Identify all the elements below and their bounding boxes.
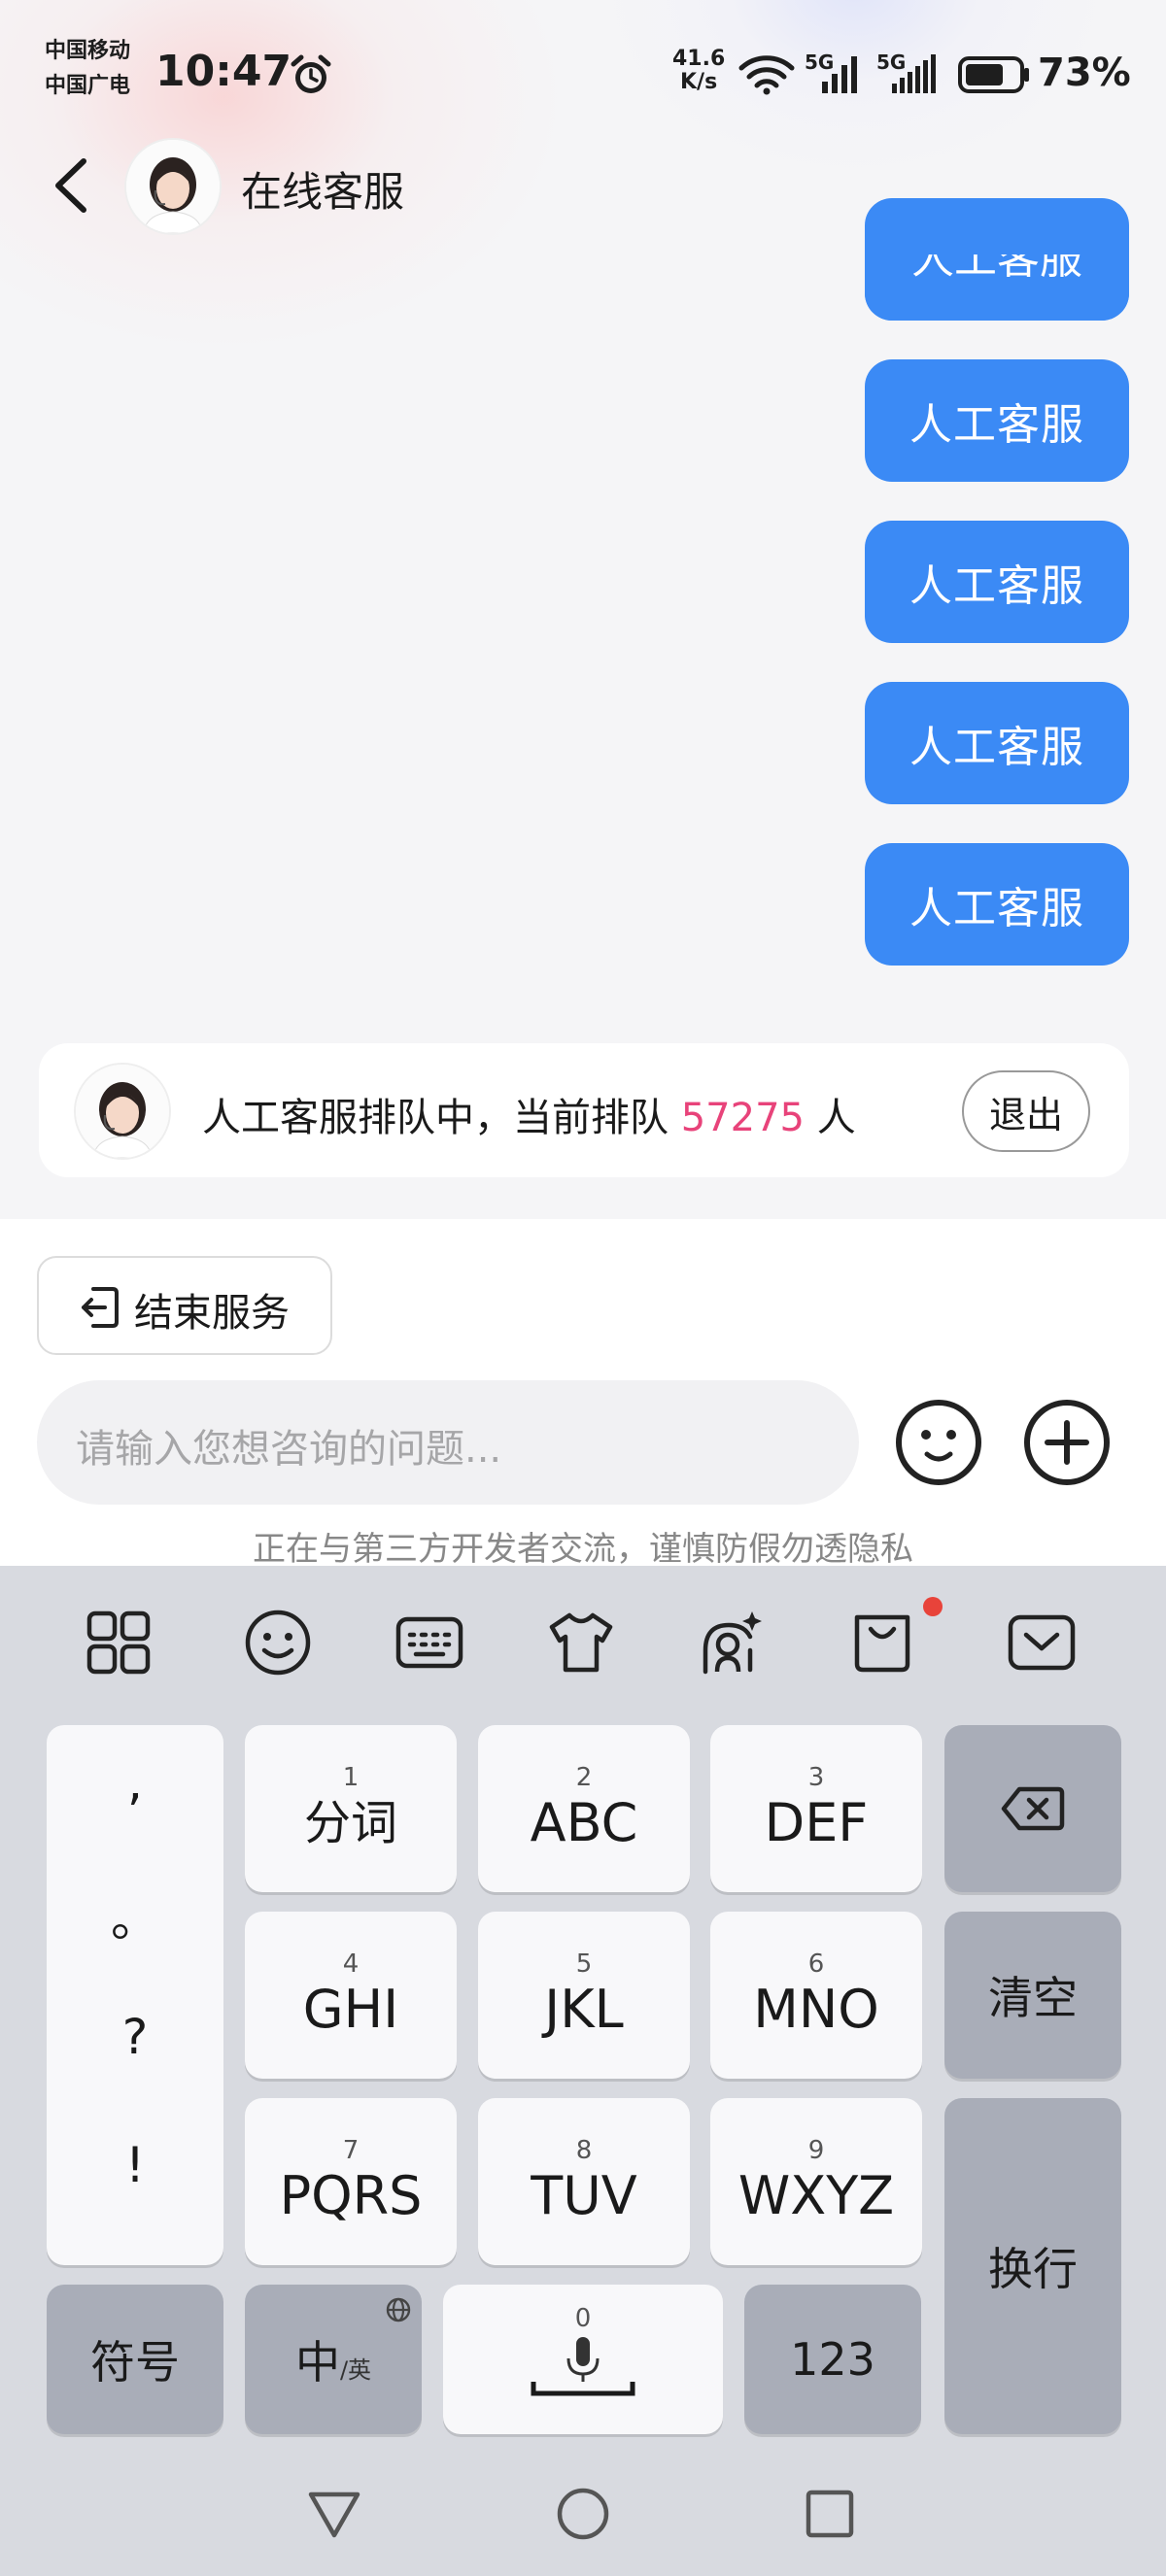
space-key[interactable]: 0	[443, 2285, 723, 2434]
key-2[interactable]: 2 ABC	[478, 1725, 690, 1892]
lang-sub-label: /英	[339, 2356, 372, 2384]
key-1-num: 1	[342, 1763, 360, 1792]
exit-queue-button[interactable]: 退出	[962, 1070, 1090, 1152]
clear-key-label: 清空	[988, 1972, 1078, 2024]
page-title: 在线客服	[241, 168, 405, 216]
key-9-num: 9	[807, 2136, 825, 2165]
queue-status-text: 人工客服排队中，当前排队 57275 人	[202, 1086, 856, 1142]
end-service-button[interactable]: 结束服务	[37, 1256, 332, 1355]
key-5-label: JKL	[544, 1979, 624, 2040]
punct-period[interactable]: 。	[111, 1881, 159, 1950]
back-arrow-icon[interactable]	[49, 155, 93, 216]
key-8[interactable]: 8 TUV	[478, 2098, 690, 2265]
shirt-icon[interactable]	[546, 1608, 616, 1678]
queue-avatar	[74, 1063, 171, 1160]
key-1-label: 分词	[303, 1796, 397, 1850]
plus-button-icon[interactable]	[1022, 1398, 1112, 1487]
key-5[interactable]: 5 JKL	[478, 1912, 690, 2079]
punct-comma[interactable]: ,	[127, 1754, 143, 1811]
signal-2-icon	[892, 54, 936, 93]
punct-exclamation[interactable]: !	[125, 2137, 145, 2193]
wifi-icon	[738, 55, 795, 95]
space-key-num: 0	[574, 2304, 592, 2333]
key-8-num: 8	[575, 2136, 593, 2165]
collapse-keyboard-icon[interactable]	[1007, 1608, 1077, 1678]
ai-avatar-icon[interactable]	[696, 1608, 766, 1678]
queue-count: 57275	[680, 1096, 805, 1140]
number-mode-label: 123	[790, 2333, 875, 2386]
microphone-icon	[531, 2337, 635, 2396]
nav-back-icon[interactable]	[305, 2487, 363, 2541]
input-panel: 结束服务 请输入您想咨询的问题... 正在与第三方开发者交流，谨慎防假勿透隐私	[0, 1219, 1166, 1569]
key-3-num: 3	[807, 1763, 825, 1792]
number-mode-key[interactable]: 123	[744, 2285, 921, 2434]
chat-bubble-partial: 人工客服	[865, 254, 1129, 321]
carrier-2: 中国广电	[45, 74, 131, 98]
enter-key[interactable]: 换行	[944, 2098, 1121, 2434]
key-6-num: 6	[807, 1949, 825, 1979]
signal-1-icon	[822, 56, 857, 93]
key-7-label: PQRS	[279, 2165, 423, 2226]
alarm-icon	[291, 54, 331, 93]
key-2-num: 2	[575, 1763, 593, 1792]
chat-bubble: 人工客服	[865, 843, 1129, 966]
queue-card: 人工客服排队中，当前排队 57275 人 退出	[39, 1043, 1129, 1177]
clear-key[interactable]: 清空	[944, 1912, 1121, 2079]
emoji-icon[interactable]	[243, 1608, 313, 1678]
grid-icon[interactable]	[84, 1608, 154, 1678]
end-service-label: 结束服务	[134, 1291, 290, 1336]
chat-bubble: 人工客服	[865, 682, 1129, 804]
chat-bubble: 人工客服	[865, 359, 1129, 482]
key-2-label: ABC	[530, 1792, 638, 1853]
globe-icon	[386, 2297, 411, 2322]
keyboard-icon[interactable]	[394, 1608, 464, 1678]
key-4-num: 4	[342, 1949, 360, 1979]
nav-home-icon[interactable]	[554, 2485, 612, 2543]
lang-main-label: 中	[294, 2336, 340, 2389]
key-5-num: 5	[575, 1949, 593, 1979]
key-4[interactable]: 4 GHI	[245, 1912, 457, 2079]
key-6[interactable]: 6 MNO	[710, 1912, 922, 2079]
queue-text-suffix: 人	[816, 1096, 856, 1140]
battery-icon	[958, 56, 1029, 93]
key-9[interactable]: 9 WXYZ	[710, 2098, 922, 2265]
key-4-label: GHI	[302, 1979, 399, 2040]
chat-bubble-partial-text: 人工客服	[911, 254, 1082, 284]
symbol-key[interactable]: 符号	[47, 2285, 223, 2434]
backspace-icon	[1001, 1786, 1065, 1831]
message-input-placeholder: 请输入您想咨询的问题...	[76, 1427, 502, 1472]
key-8-label: TUV	[531, 2165, 637, 2226]
key-3-label: DEF	[764, 1792, 869, 1853]
chat-bubble: 人工客服	[865, 521, 1129, 643]
queue-text-prefix: 人工客服排队中，当前排队	[202, 1096, 669, 1140]
key-9-label: WXYZ	[737, 2165, 895, 2226]
key-1[interactable]: 1 分词	[245, 1725, 457, 1892]
key-7-num: 7	[342, 2136, 360, 2165]
emoji-button-icon[interactable]	[894, 1398, 983, 1487]
backspace-key[interactable]	[944, 1725, 1121, 1892]
exit-icon	[82, 1287, 119, 1328]
symbol-key-label: 符号	[90, 2336, 180, 2389]
privacy-notice: 正在与第三方开发者交流，谨慎防假勿透隐私	[253, 1530, 913, 1569]
nav-recents-icon[interactable]	[803, 2487, 857, 2541]
key-7[interactable]: 7 PQRS	[245, 2098, 457, 2265]
net-speed-unit: K/s	[680, 70, 718, 94]
shopping-bag-icon[interactable]	[847, 1608, 917, 1678]
punctuation-column[interactable]: , 。 ? !	[47, 1725, 223, 2265]
enter-key-label: 换行	[988, 2243, 1078, 2295]
key-6-label: MNO	[753, 1979, 879, 2040]
notification-dot	[923, 1597, 943, 1616]
message-input[interactable]: 请输入您想咨询的问题...	[37, 1380, 859, 1505]
punct-question[interactable]: ?	[122, 2009, 149, 2065]
key-3[interactable]: 3 DEF	[710, 1725, 922, 1892]
net-speed-value: 41.6	[672, 47, 726, 71]
agent-avatar	[124, 138, 222, 235]
status-time: 10:47	[155, 47, 292, 96]
language-switch-key[interactable]: 中/英	[245, 2285, 422, 2434]
carrier-1: 中国移动	[45, 39, 131, 63]
battery-percent: 73%	[1038, 51, 1131, 95]
